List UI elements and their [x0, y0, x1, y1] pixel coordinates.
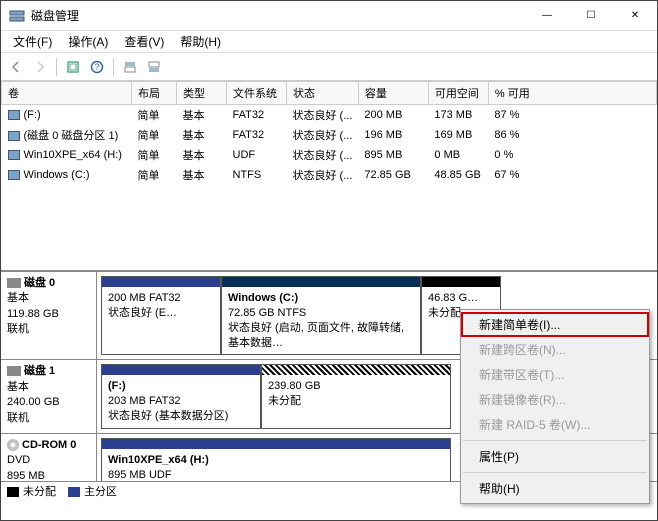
legend-primary: 主分区 [84, 486, 117, 498]
window-title: 磁盘管理 [31, 7, 525, 24]
close-button[interactable]: ✕ [613, 1, 657, 30]
table-row[interactable]: (F:)简单基本FAT32状态良好 (...200 MB173 MB87 % [2, 105, 657, 126]
menu-action[interactable]: 操作(A) [60, 30, 116, 53]
app-icon [9, 8, 25, 24]
table-header-row: 卷 布局 类型 文件系统 状态 容量 可用空间 % 可用 [2, 82, 657, 105]
partition[interactable]: 200 MB FAT32状态良好 (E… [101, 276, 221, 355]
disk-icon [7, 366, 21, 376]
partition[interactable]: Windows (C:)72.85 GB NTFS状态良好 (启动, 页面文件,… [221, 276, 421, 355]
volume-list: 卷 布局 类型 文件系统 状态 容量 可用空间 % 可用 (F:)简单基本FAT… [1, 81, 657, 271]
volume-icon [8, 131, 20, 141]
table-row[interactable]: Win10XPE_x64 (H:)简单基本UDF状态良好 (...895 MB0… [2, 145, 657, 165]
menubar: 文件(F) 操作(A) 查看(V) 帮助(H) [1, 31, 657, 53]
menu-help[interactable]: 帮助(H) [461, 476, 649, 501]
disk-icon [7, 278, 21, 288]
legend-unallocated: 未分配 [23, 486, 56, 498]
view-top-button[interactable] [119, 56, 141, 78]
help-button[interactable]: ? [86, 56, 108, 78]
maximize-button[interactable]: ☐ [569, 1, 613, 30]
col-volume[interactable]: 卷 [2, 82, 132, 105]
forward-button[interactable] [29, 56, 51, 78]
menu-new-striped-volume: 新建带区卷(T)... [461, 362, 649, 387]
volume-icon [8, 170, 20, 180]
disk-icon [7, 439, 19, 451]
volume-icon [8, 110, 20, 120]
col-status[interactable]: 状态 [287, 82, 359, 105]
toolbar: ? [1, 53, 657, 81]
context-menu: 新建简单卷(I)... 新建跨区卷(N)... 新建带区卷(T)... 新建镜像… [460, 309, 650, 504]
view-bottom-button[interactable] [143, 56, 165, 78]
menu-properties[interactable]: 属性(P) [461, 444, 649, 469]
menu-new-raid5-volume: 新建 RAID-5 卷(W)... [461, 412, 649, 437]
menu-new-simple-volume[interactable]: 新建简单卷(I)... [461, 312, 649, 337]
table-row[interactable]: Windows (C:)简单基本NTFS状态良好 (...72.85 GB48.… [2, 165, 657, 185]
disk-header[interactable]: CD-ROM 0DVD895 MB [1, 434, 97, 481]
menu-new-mirrored-volume: 新建镜像卷(R)... [461, 387, 649, 412]
back-button[interactable] [5, 56, 27, 78]
partition[interactable]: Win10XPE_x64 (H:)895 MB UDF [101, 438, 451, 481]
menu-file[interactable]: 文件(F) [5, 30, 60, 53]
volume-icon [8, 150, 20, 160]
menu-help[interactable]: 帮助(H) [172, 30, 229, 53]
table-row[interactable]: (磁盘 0 磁盘分区 1)简单基本FAT32状态良好 (...196 MB169… [2, 125, 657, 145]
col-fs[interactable]: 文件系统 [227, 82, 287, 105]
col-pct[interactable]: % 可用 [488, 82, 656, 105]
refresh-button[interactable] [62, 56, 84, 78]
menu-new-spanned-volume: 新建跨区卷(N)... [461, 337, 649, 362]
col-layout[interactable]: 布局 [132, 82, 177, 105]
disk-header[interactable]: 磁盘 1基本240.00 GB联机 [1, 360, 97, 433]
col-cap[interactable]: 容量 [358, 82, 428, 105]
partition[interactable]: 239.80 GB未分配 [261, 364, 451, 429]
menu-view[interactable]: 查看(V) [116, 30, 172, 53]
titlebar: 磁盘管理 — ☐ ✕ [1, 1, 657, 31]
partition[interactable]: (F:)203 MB FAT32状态良好 (基本数据分区) [101, 364, 261, 429]
swatch-unallocated [7, 487, 19, 497]
disk-header[interactable]: 磁盘 0基本119.88 GB联机 [1, 272, 97, 359]
swatch-primary [68, 487, 80, 497]
svg-text:?: ? [94, 62, 99, 72]
col-free[interactable]: 可用空间 [428, 82, 488, 105]
col-type[interactable]: 类型 [177, 82, 227, 105]
minimize-button[interactable]: — [525, 1, 569, 30]
